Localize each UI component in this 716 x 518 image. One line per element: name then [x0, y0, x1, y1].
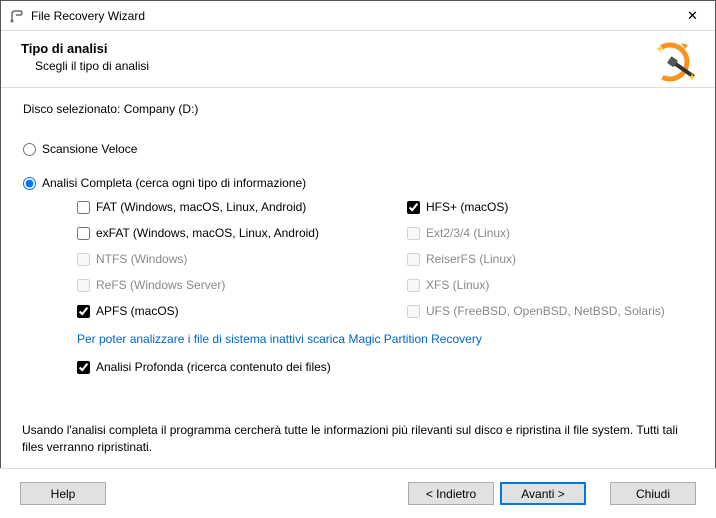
checkbox-ntfs: NTFS (Windows): [77, 252, 407, 266]
checkbox-xfs: XFS (Linux): [407, 278, 693, 292]
checkbox-hfs-label: HFS+ (macOS): [426, 200, 508, 214]
checkbox-apfs[interactable]: APFS (macOS): [77, 304, 407, 318]
checkbox-ext-input: [407, 227, 420, 240]
checkbox-ufs-label: UFS (FreeBSD, OpenBSD, NetBSD, Solaris): [426, 304, 665, 318]
checkbox-hfs[interactable]: HFS+ (macOS): [407, 200, 693, 214]
radio-full-label: Analisi Completa (cerca ogni tipo di inf…: [42, 176, 306, 190]
checkbox-fat-label: FAT (Windows, macOS, Linux, Android): [96, 200, 306, 214]
checkbox-ufs-input: [407, 305, 420, 318]
checkbox-fat-input[interactable]: [77, 201, 90, 214]
checkbox-fat[interactable]: FAT (Windows, macOS, Linux, Android): [77, 200, 407, 214]
checkbox-ntfs-input: [77, 253, 90, 266]
checkbox-reiser-input: [407, 253, 420, 266]
selected-disk-label: Disco selezionato: Company (D:): [23, 102, 693, 116]
wizard-icon: [650, 37, 700, 90]
close-button[interactable]: ✕: [670, 1, 715, 30]
checkbox-exfat-label: exFAT (Windows, macOS, Linux, Android): [96, 226, 319, 240]
wizard-body: Disco selezionato: Company (D:) Scansion…: [1, 88, 715, 374]
checkbox-refs-input: [77, 279, 90, 292]
wizard-footer: Help < Indietro Avanti > Chiudi: [0, 468, 716, 518]
radio-fast-scan[interactable]: Scansione Veloce: [23, 142, 693, 156]
back-button[interactable]: < Indietro: [408, 482, 494, 505]
wizard-header: Tipo di analisi Scegli il tipo di analis…: [1, 31, 715, 88]
radio-fast-input[interactable]: [23, 143, 36, 156]
help-button[interactable]: Help: [20, 482, 106, 505]
checkbox-xfs-label: XFS (Linux): [426, 278, 489, 292]
checkbox-reiser-label: ReiserFS (Linux): [426, 252, 516, 266]
radio-full-input[interactable]: [23, 177, 36, 190]
titlebar: File Recovery Wizard ✕: [1, 1, 715, 31]
checkbox-deep-input[interactable]: [77, 361, 90, 374]
close-icon: ✕: [687, 8, 698, 24]
checkbox-ext: Ext2/3/4 (Linux): [407, 226, 693, 240]
page-subheading: Scegli il tipo di analisi: [35, 59, 695, 73]
footnote-text: Usando l'analisi completa il programma c…: [22, 422, 694, 456]
radio-fast-label: Scansione Veloce: [42, 142, 137, 156]
checkbox-ufs: UFS (FreeBSD, OpenBSD, NetBSD, Solaris): [407, 304, 693, 318]
checkbox-reiser: ReiserFS (Linux): [407, 252, 693, 266]
checkbox-deep-label: Analisi Profonda (ricerca contenuto dei …: [96, 360, 331, 374]
checkbox-deep-scan[interactable]: Analisi Profonda (ricerca contenuto dei …: [77, 360, 693, 374]
checkbox-hfs-input[interactable]: [407, 201, 420, 214]
close-wizard-button[interactable]: Chiudi: [610, 482, 696, 505]
checkbox-apfs-input[interactable]: [77, 305, 90, 318]
checkbox-ntfs-label: NTFS (Windows): [96, 252, 187, 266]
checkbox-exfat[interactable]: exFAT (Windows, macOS, Linux, Android): [77, 226, 407, 240]
checkbox-refs: ReFS (Windows Server): [77, 278, 407, 292]
radio-full-scan[interactable]: Analisi Completa (cerca ogni tipo di inf…: [23, 176, 693, 190]
download-link[interactable]: Per poter analizzare i file di sistema i…: [77, 332, 693, 346]
checkbox-exfat-input[interactable]: [77, 227, 90, 240]
page-heading: Tipo di analisi: [21, 41, 695, 56]
window-title: File Recovery Wizard: [31, 9, 670, 23]
checkbox-refs-label: ReFS (Windows Server): [96, 278, 225, 292]
app-icon: [9, 8, 25, 24]
checkbox-apfs-label: APFS (macOS): [96, 304, 179, 318]
filesystem-grid: FAT (Windows, macOS, Linux, Android) HFS…: [77, 200, 693, 318]
checkbox-xfs-input: [407, 279, 420, 292]
next-button[interactable]: Avanti >: [500, 482, 586, 505]
checkbox-ext-label: Ext2/3/4 (Linux): [426, 226, 510, 240]
